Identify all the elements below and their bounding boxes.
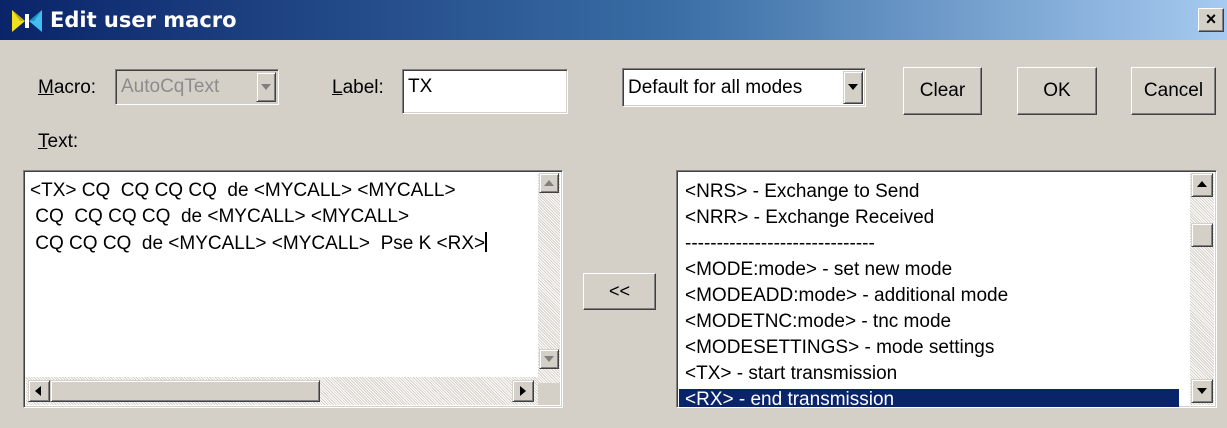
chevron-down-icon (261, 84, 271, 90)
list-item[interactable]: <MODEADD:mode> - additional mode (685, 285, 1008, 307)
butterfly-icon (12, 10, 42, 32)
macro-text-vscrollbar[interactable] (538, 173, 560, 383)
close-icon: × (1205, 9, 1217, 29)
tag-list-vscrollbar[interactable] (1190, 173, 1214, 405)
chevron-down-icon (848, 84, 858, 90)
list-item-selected[interactable]: <RX> - end transmission (679, 389, 1179, 407)
macro-combo[interactable]: AutoCqText (115, 69, 279, 105)
window-title: Edit user macro (50, 8, 237, 32)
ok-button[interactable]: OK (1017, 67, 1097, 115)
list-item[interactable]: <MODESETTINGS> - mode settings (685, 337, 994, 359)
scroll-up-button[interactable] (539, 173, 559, 193)
label-input[interactable]: TX (402, 69, 568, 114)
scroll-down-button[interactable] (539, 349, 559, 369)
macro-text-line: <TX> CQ CQ CQ CQ de <MYCALL> <MYCALL> (30, 180, 456, 201)
insert-tag-button[interactable]: << (583, 273, 656, 310)
scroll-right-button[interactable] (512, 380, 534, 402)
list-item[interactable]: <MODETNC:mode> - tnc mode (685, 311, 951, 333)
text-caret (485, 232, 488, 252)
list-item[interactable]: ------------------------------ (685, 233, 875, 255)
scroll-down-button[interactable] (1191, 379, 1213, 403)
list-item[interactable]: <MODE:mode> - set new mode (685, 259, 952, 281)
title-bar[interactable]: Edit user macro × (0, 0, 1227, 40)
macro-tag-list[interactable]: <NRS> - Exchange to Send <NRR> - Exchang… (676, 170, 1217, 408)
mode-select-value: Default for all modes (628, 77, 803, 98)
list-item[interactable]: <TX> - start transmission (685, 363, 897, 385)
chevron-down-icon (544, 356, 554, 362)
macro-text-hscrollbar[interactable] (26, 377, 538, 405)
scroll-up-button[interactable] (1191, 173, 1213, 197)
macro-text-area[interactable]: <TX> CQ CQ CQ CQ de <MYCALL> <MYCALL> CQ… (23, 170, 563, 408)
clear-button[interactable]: Clear (903, 67, 982, 115)
label-label: Label: (332, 77, 384, 98)
close-button[interactable]: × (1198, 8, 1224, 32)
chevron-up-icon (1197, 181, 1207, 187)
cancel-button[interactable]: Cancel (1131, 67, 1216, 115)
macro-label: Macro: (38, 77, 97, 98)
mode-select[interactable]: Default for all modes (622, 68, 866, 107)
list-item[interactable]: <NRR> - Exchange Received (685, 207, 934, 229)
label-input-value: TX (408, 76, 433, 97)
text-label: Text: (38, 131, 79, 152)
scroll-left-button[interactable] (28, 380, 50, 402)
macro-text-line: CQ CQ CQ de <MYCALL> <MYCALL> Pse K <RX> (30, 232, 488, 254)
chevron-right-icon (520, 386, 526, 396)
scrollbar-corner (538, 383, 560, 405)
macro-dropdown-button[interactable] (256, 72, 276, 102)
list-item[interactable]: <NRS> - Exchange to Send (685, 181, 919, 203)
hscroll-thumb[interactable] (50, 380, 320, 402)
macro-combo-value: AutoCqText (121, 76, 220, 97)
vscroll-thumb[interactable] (1191, 223, 1213, 247)
macro-text-line: CQ CQ CQ CQ de <MYCALL> <MYCALL> (30, 206, 410, 227)
mode-dropdown-button[interactable] (843, 71, 863, 104)
chevron-down-icon (1197, 388, 1207, 394)
chevron-up-icon (544, 180, 554, 186)
chevron-left-icon (35, 386, 41, 396)
